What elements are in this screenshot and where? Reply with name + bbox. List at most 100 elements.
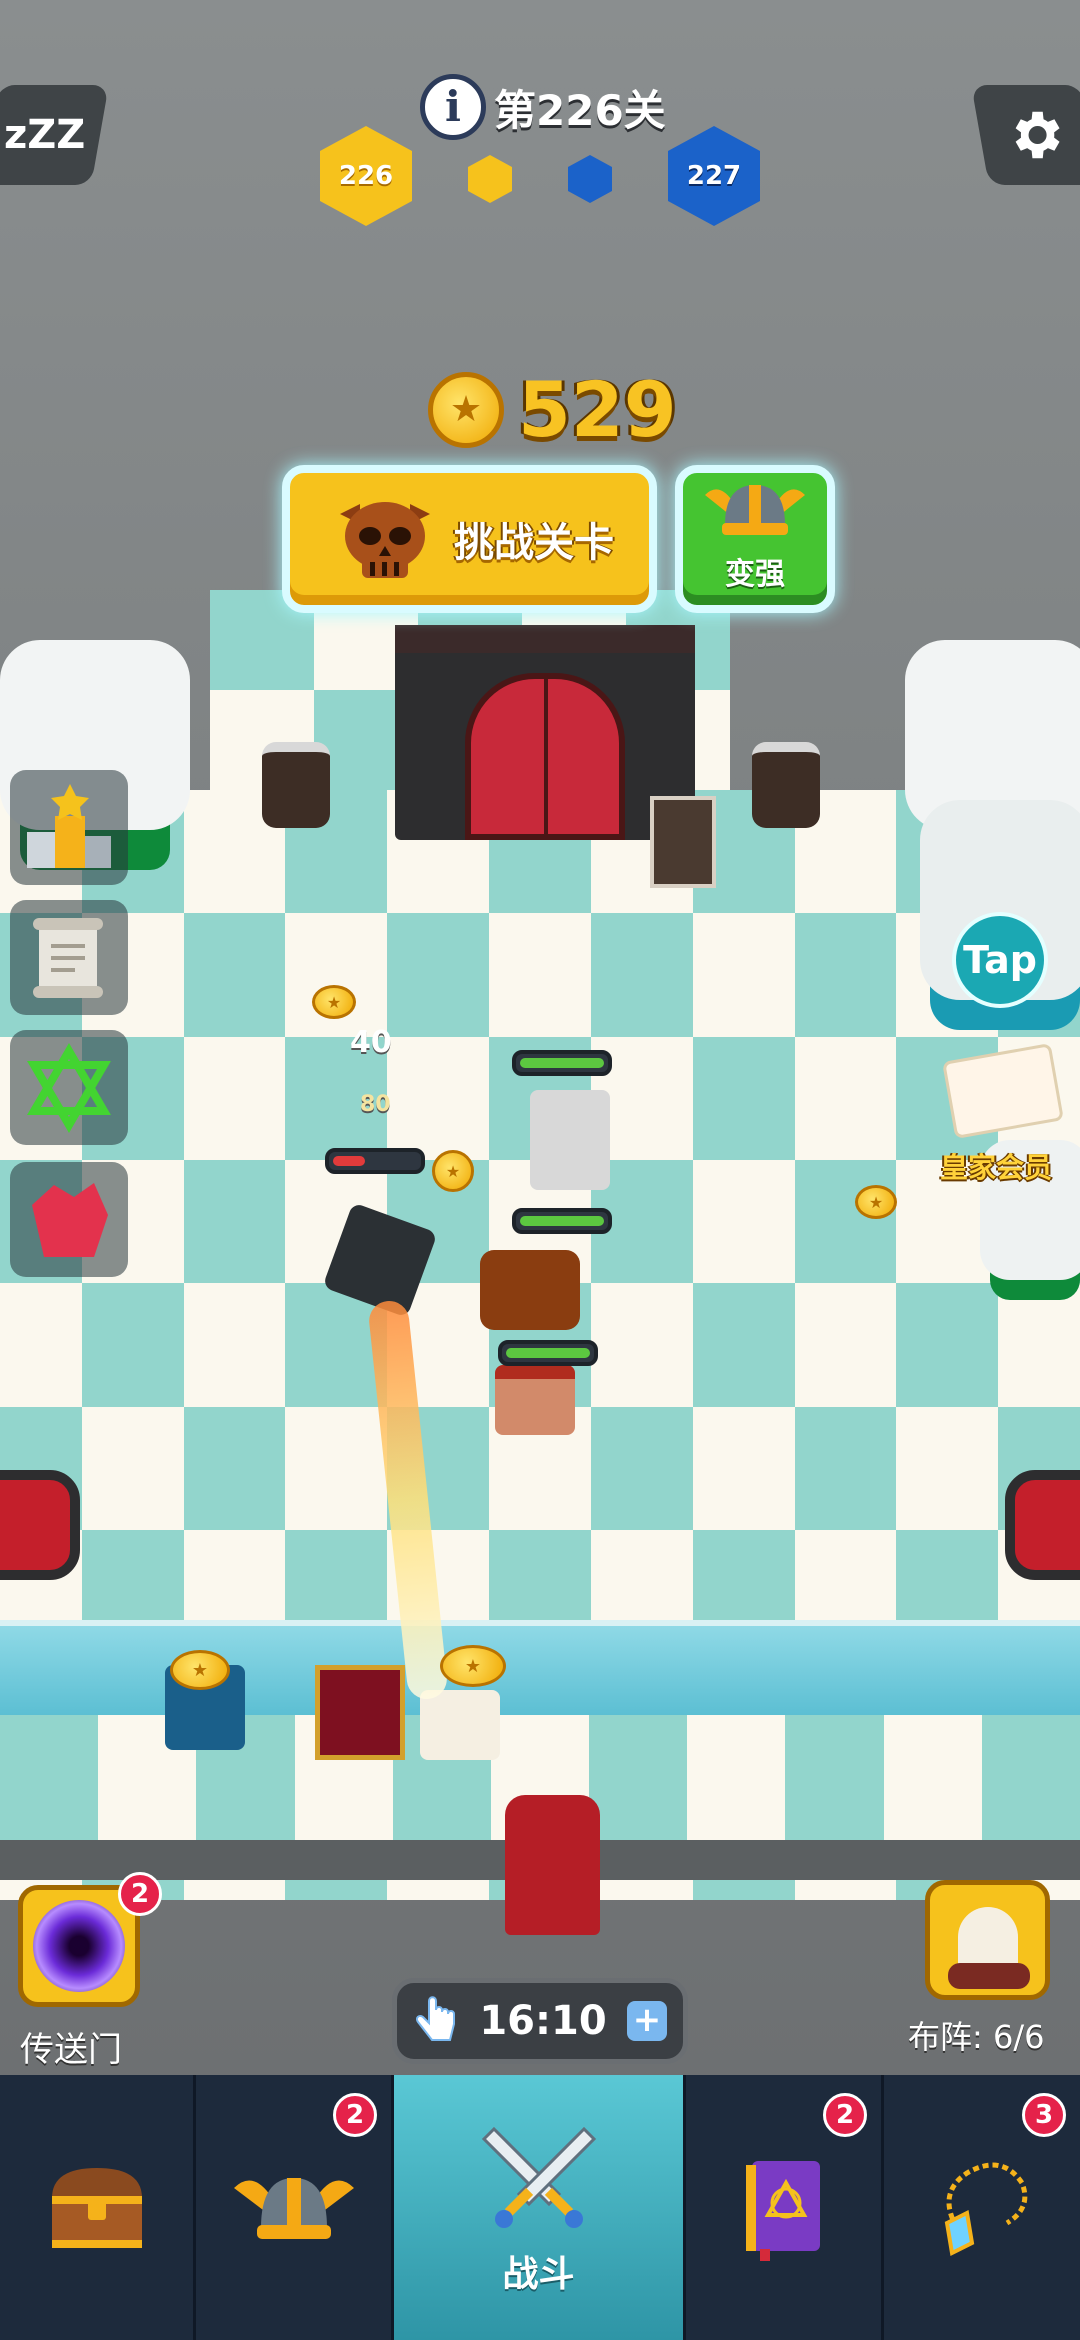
board-tile — [692, 1406, 795, 1530]
sleep-icon: zZZ — [4, 112, 86, 158]
coin-icon: ★ — [312, 985, 356, 1019]
quest-scroll-button[interactable] — [10, 900, 128, 1015]
board-tile — [692, 1036, 795, 1160]
tab-battle-label: 战斗 — [502, 2253, 575, 2295]
enemy-unit — [495, 1365, 575, 1435]
hero-unit — [505, 1795, 600, 1935]
sleep-button[interactable]: zZZ — [0, 85, 109, 185]
tap-hand-icon — [415, 1996, 455, 2041]
enemy-unit — [530, 1090, 610, 1190]
board-tile — [998, 1283, 1080, 1407]
board-tile — [387, 913, 490, 1037]
auto-timer[interactable]: 16:10 + — [392, 1978, 688, 2064]
tab-amulet[interactable]: 3 — [884, 2075, 1080, 2340]
tab-chest[interactable] — [0, 2075, 196, 2340]
board-tile — [0, 1715, 99, 1840]
royal-membership-label[interactable]: 皇家会员 — [940, 1146, 1052, 1186]
board-tile — [183, 1160, 286, 1284]
board-tile — [692, 913, 795, 1037]
health-bar — [512, 1208, 612, 1234]
red-shape-icon — [32, 1182, 108, 1257]
board-tile — [183, 1036, 286, 1160]
current-level-hex: 226 — [320, 126, 412, 226]
settings-button[interactable] — [971, 85, 1080, 185]
hexagram-icon — [27, 1042, 111, 1133]
enemy-unit — [480, 1250, 580, 1330]
board-tile — [981, 1715, 1080, 1840]
leaderboard-button[interactable] — [10, 770, 128, 885]
stronger-label: 变强 — [725, 557, 785, 592]
board-tile — [183, 1406, 286, 1530]
board-tile — [590, 1406, 693, 1530]
add-time-button[interactable]: + — [626, 2001, 667, 2041]
board-tile — [0, 1283, 82, 1407]
fire-trap — [0, 1470, 80, 1580]
formation-label: 布阵: 6/6 — [908, 2018, 1045, 2056]
coin-icon: ★ — [440, 1645, 506, 1687]
board-tile — [81, 1406, 184, 1530]
board-tile — [183, 913, 286, 1037]
crate — [650, 796, 716, 888]
viking-helmet-icon — [705, 485, 805, 535]
barrel — [262, 742, 330, 828]
coin-icon: ★ — [432, 1150, 474, 1192]
board-tile — [896, 1283, 999, 1407]
info-icon[interactable]: i — [420, 74, 486, 140]
board-tile — [687, 1715, 786, 1840]
board-tile — [794, 1160, 897, 1284]
nav-badge: 2 — [823, 2093, 867, 2137]
get-stronger-button[interactable]: 变强 — [675, 465, 835, 613]
board-tile — [285, 1406, 388, 1530]
fire-trap — [1005, 1470, 1080, 1580]
board-tile — [489, 913, 591, 1037]
scroll-icon — [33, 917, 103, 998]
gate-door — [465, 673, 625, 840]
spellbook-icon — [745, 2160, 820, 2261]
next-level-hex: 227 — [668, 126, 760, 226]
tab-battle[interactable]: 战斗 — [394, 2075, 686, 2340]
hero-unit — [420, 1690, 500, 1760]
health-bar — [512, 1050, 612, 1076]
level-label: 第226关 — [494, 85, 666, 135]
viking-helmet-icon — [233, 2177, 354, 2239]
challenge-level-button[interactable]: 挑战关卡 — [282, 465, 657, 613]
red-map-button[interactable] — [10, 1162, 128, 1277]
bottom-nav: 2 战斗 2 3 — [0, 2075, 1080, 2340]
coin-value: 529 — [518, 365, 677, 454]
board-tile — [692, 1283, 795, 1407]
board-tile — [883, 1715, 982, 1840]
nav-badge: 3 — [1022, 2093, 1066, 2137]
board-tile — [81, 1283, 184, 1407]
progress-hex-pending — [568, 155, 612, 203]
coin-icon: ★ — [855, 1185, 897, 1219]
formation-button[interactable] — [925, 1880, 1050, 2000]
board-tile — [794, 1036, 897, 1160]
board-tile — [387, 1036, 490, 1160]
board-tile — [590, 913, 693, 1037]
board-tile — [785, 1715, 884, 1840]
hexagram-button[interactable] — [10, 1030, 128, 1145]
amulet-icon — [944, 2162, 1028, 2256]
progress-hex-done — [468, 155, 512, 203]
river — [0, 1620, 1080, 1715]
level-title: i 第226关 — [420, 72, 666, 142]
board-tile — [183, 1283, 286, 1407]
game-scene[interactable]: ★ ★ ★ ★ ★ 40 80 zZZ i 第226关 226 227 ★ 52… — [0, 0, 1080, 2075]
gear-icon — [1015, 111, 1060, 159]
damage-number: 80 — [360, 1092, 391, 1117]
board-tile — [794, 1283, 897, 1407]
hero-unit — [315, 1665, 405, 1760]
tab-helmet[interactable]: 2 — [196, 2075, 394, 2340]
skull-icon — [340, 502, 430, 578]
coin-icon: ★ — [428, 371, 504, 448]
nav-badge: 2 — [333, 2093, 377, 2137]
challenge-label: 挑战关卡 — [454, 520, 614, 566]
timer-value: 16:10 — [479, 1998, 607, 2044]
crossed-swords-icon — [481, 2126, 596, 2228]
podium-star-icon — [27, 783, 111, 868]
tab-spellbook[interactable]: 2 — [686, 2075, 884, 2340]
tap-button[interactable]: Tap — [952, 912, 1048, 1008]
portal-vortex-icon — [33, 1900, 125, 1992]
board-tile — [794, 913, 897, 1037]
treasure-chest-icon — [51, 2167, 142, 2248]
